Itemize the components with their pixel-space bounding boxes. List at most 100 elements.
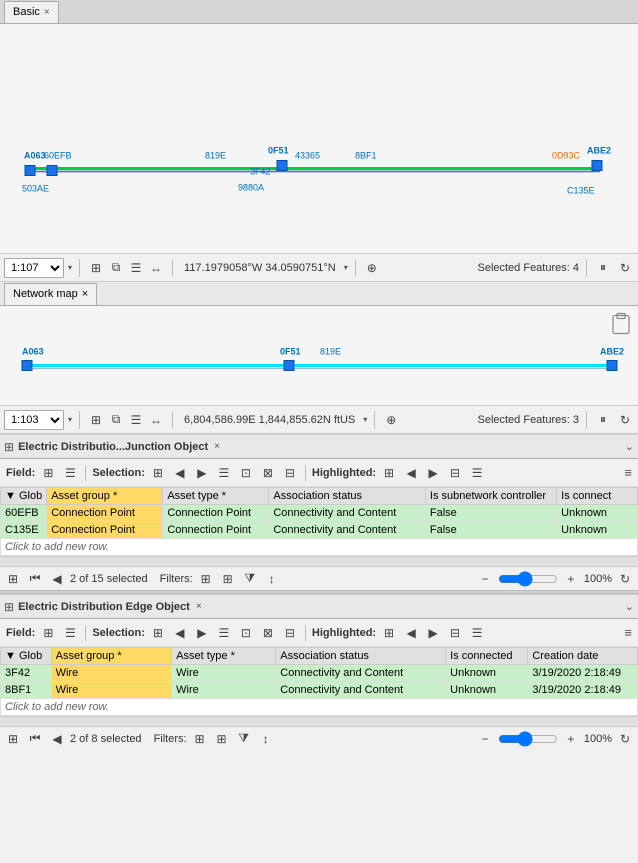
p1-zoom-out[interactable]: − xyxy=(476,570,494,588)
panel2-col-asset-type[interactable]: Asset type * xyxy=(172,648,276,665)
p1-zoom-in[interactable]: + xyxy=(562,570,580,588)
p2-zoom-in[interactable]: + xyxy=(562,730,580,748)
panel1-expand[interactable]: ⌄ xyxy=(625,440,634,453)
p2-hi-icon1[interactable]: ⊞ xyxy=(380,624,398,642)
p1-sel-icon7[interactable]: ⊟ xyxy=(281,464,299,482)
refresh-icon[interactable]: ↻ xyxy=(616,259,634,277)
p2-sel-icon1[interactable]: ⊞ xyxy=(149,624,167,642)
network-map-tab[interactable]: Network map × xyxy=(4,283,97,305)
panel2-add-row-label[interactable]: Click to add new row. xyxy=(1,699,638,716)
p2-filter-icon4[interactable]: ↕ xyxy=(257,730,275,748)
p1-hi-icon5[interactable]: ☰ xyxy=(468,464,486,482)
p1-sel-icon6[interactable]: ⊠ xyxy=(259,464,277,482)
p1-filter-icon2[interactable]: ⊞ xyxy=(219,570,237,588)
p2-zoom-slider[interactable] xyxy=(498,731,558,747)
panel1-col-subnet[interactable]: Is subnetwork controller xyxy=(425,488,556,505)
map2-layers-icon[interactable]: ⧉ xyxy=(107,411,125,429)
p2-settings-icon[interactable]: ≡ xyxy=(624,625,632,640)
p1-list-icon[interactable]: ☰ xyxy=(61,464,79,482)
p2-list-icon[interactable]: ☰ xyxy=(61,624,79,642)
p1-sel-icon2[interactable]: ◀ xyxy=(171,464,189,482)
panel2-col-association[interactable]: Association status xyxy=(276,648,446,665)
panel2-bottom-bar: ⊞ ⏮ ◀ 2 of 8 selected Filters: ⊞ ⊞ ⧩ ↕ −… xyxy=(0,726,638,750)
main-tab[interactable]: Basic × xyxy=(4,1,59,23)
map1-scale-select[interactable]: 1:107 xyxy=(4,258,64,278)
p1-refresh-icon[interactable]: ↻ xyxy=(616,570,634,588)
panel2-close[interactable]: × xyxy=(196,601,202,612)
network-canvas-1[interactable]: A063 60EFB 503AE 819E 3F42 0F51 43365 98… xyxy=(0,24,638,253)
p1-bb-prev[interactable]: ◀ xyxy=(48,570,66,588)
network-map-tab-close[interactable]: × xyxy=(82,288,88,300)
panel1-scroll-h[interactable] xyxy=(0,556,638,566)
p2-sel-icon3[interactable]: ▶ xyxy=(193,624,211,642)
panel1-col-connect[interactable]: Is connect xyxy=(557,488,638,505)
panel1-col-association[interactable]: Association status xyxy=(269,488,426,505)
grid-icon[interactable]: ⊞ xyxy=(87,259,105,277)
layers-icon[interactable]: ⧉ xyxy=(107,259,125,277)
p1-hi-icon1[interactable]: ⊞ xyxy=(380,464,398,482)
map2-pause-icon[interactable]: ⏸ xyxy=(594,411,612,429)
p2-sel-icon7[interactable]: ⊟ xyxy=(281,624,299,642)
p2-hi-icon5[interactable]: ☰ xyxy=(468,624,486,642)
cell2-type-2: Wire xyxy=(172,682,276,699)
main-tab-close[interactable]: × xyxy=(44,7,50,18)
panel1-col-glob[interactable]: ▼ Glob xyxy=(1,488,47,505)
p1-hi-icon4[interactable]: ⊟ xyxy=(446,464,464,482)
panel2-col-glob[interactable]: ▼ Glob xyxy=(1,648,52,665)
p2-hi-icon3[interactable]: ▶ xyxy=(424,624,442,642)
p2-bb-first[interactable]: ⏮ xyxy=(26,730,44,748)
p1-hi-icon3[interactable]: ▶ xyxy=(424,464,442,482)
p2-hi-icon2[interactable]: ◀ xyxy=(402,624,420,642)
panel2-scroll-h[interactable] xyxy=(0,716,638,726)
map2-list-icon[interactable]: ☰ xyxy=(127,411,145,429)
panel2-add-row[interactable]: Click to add new row. xyxy=(1,699,638,716)
panel1-col-asset-group[interactable]: Asset group * xyxy=(47,488,163,505)
p1-hi-icon2[interactable]: ◀ xyxy=(402,464,420,482)
p2-filter-icon1[interactable]: ⊞ xyxy=(191,730,209,748)
p1-bb-icon1[interactable]: ⊞ xyxy=(4,570,22,588)
p1-settings-icon[interactable]: ≡ xyxy=(624,465,632,480)
panel2-col-creation[interactable]: Creation date xyxy=(528,648,638,665)
p1-sel-icon4[interactable]: ☰ xyxy=(215,464,233,482)
map2-grid-icon[interactable]: ⊞ xyxy=(87,411,105,429)
p1-zoom-slider[interactable] xyxy=(498,571,558,587)
network-canvas-2[interactable]: A063 0F51 819E ABE2 xyxy=(0,306,638,405)
location-icon[interactable]: ⊕ xyxy=(363,259,381,277)
cell2-glob-2: 8BF1 xyxy=(1,682,52,699)
p2-sel-icon6[interactable]: ⊠ xyxy=(259,624,277,642)
panel1-add-row[interactable]: Click to add new row. xyxy=(1,539,638,556)
panel1-close[interactable]: × xyxy=(214,441,220,452)
p2-hi-icon4[interactable]: ⊟ xyxy=(446,624,464,642)
p2-filter-icon3[interactable]: ⧩ xyxy=(235,730,253,748)
p2-bb-icon1[interactable]: ⊞ xyxy=(4,730,22,748)
panel1-col-asset-type[interactable]: Asset type * xyxy=(163,488,269,505)
arrow-icon[interactable]: ↔ xyxy=(147,259,165,277)
pause-icon[interactable]: ⏸ xyxy=(594,259,612,277)
p1-sel-icon5[interactable]: ⊡ xyxy=(237,464,255,482)
map2-location-icon[interactable]: ⊕ xyxy=(382,411,400,429)
map1-tools: ⊞ ⧉ ☰ ↔ xyxy=(87,259,165,277)
p2-sel-icon4[interactable]: ☰ xyxy=(215,624,233,642)
map2-arrow-icon[interactable]: ↔ xyxy=(147,411,165,429)
panel2-expand[interactable]: ⌄ xyxy=(625,600,634,613)
map2-scale-select[interactable]: 1:103 xyxy=(4,410,64,430)
p2-refresh-icon[interactable]: ↻ xyxy=(616,730,634,748)
p2-sel-icon5[interactable]: ⊡ xyxy=(237,624,255,642)
p2-sel-icon2[interactable]: ◀ xyxy=(171,624,189,642)
p1-sel-icon3[interactable]: ▶ xyxy=(193,464,211,482)
p2-zoom-out[interactable]: − xyxy=(476,730,494,748)
p2-filter-icon2[interactable]: ⊞ xyxy=(213,730,231,748)
p2-table-icon[interactable]: ⊞ xyxy=(39,624,57,642)
p1-filter-icon1[interactable]: ⊞ xyxy=(197,570,215,588)
p1-table-icon[interactable]: ⊞ xyxy=(39,464,57,482)
p1-bb-first[interactable]: ⏮ xyxy=(26,570,44,588)
p1-sel-icon1[interactable]: ⊞ xyxy=(149,464,167,482)
panel2-col-connected[interactable]: Is connected xyxy=(446,648,528,665)
panel2-col-asset-group[interactable]: Asset group * xyxy=(51,648,172,665)
map2-refresh-icon[interactable]: ↻ xyxy=(616,411,634,429)
list-icon[interactable]: ☰ xyxy=(127,259,145,277)
panel1-add-row-label[interactable]: Click to add new row. xyxy=(1,539,638,556)
p1-filter-icon4[interactable]: ↕ xyxy=(263,570,281,588)
p2-bb-prev[interactable]: ◀ xyxy=(48,730,66,748)
p1-filter-icon3[interactable]: ⧩ xyxy=(241,570,259,588)
